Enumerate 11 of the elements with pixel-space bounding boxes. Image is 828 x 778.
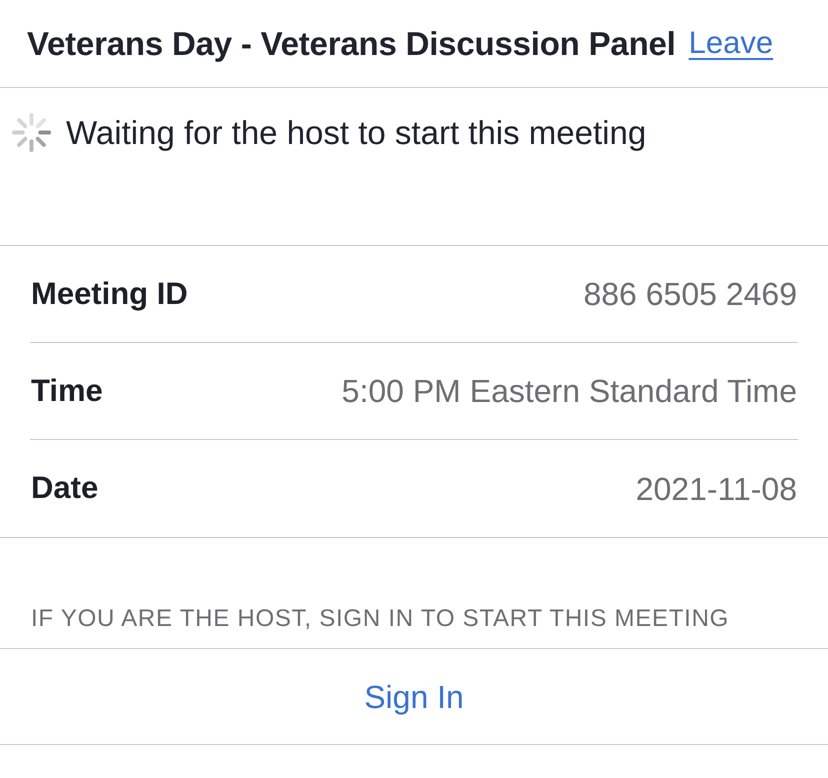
- leave-link[interactable]: Leave: [688, 20, 774, 67]
- detail-value: 5:00 PM Eastern Standard Time: [342, 372, 797, 411]
- detail-value: 2021-11-08: [636, 470, 797, 508]
- detail-value: 886 6505 2469: [583, 275, 797, 314]
- meeting-title: Veterans Day - Veterans Discussion Panel: [27, 24, 676, 64]
- detail-label: Date: [31, 469, 98, 508]
- status-message: Waiting for the host to start this meeting: [66, 113, 646, 152]
- detail-label: Meeting ID: [31, 274, 188, 313]
- detail-label: Time: [31, 372, 103, 410]
- section-header: IF YOU ARE THE HOST, SIGN IN TO START THIS MEETING: [31, 604, 730, 634]
- loading-spinner-icon: [12, 113, 51, 152]
